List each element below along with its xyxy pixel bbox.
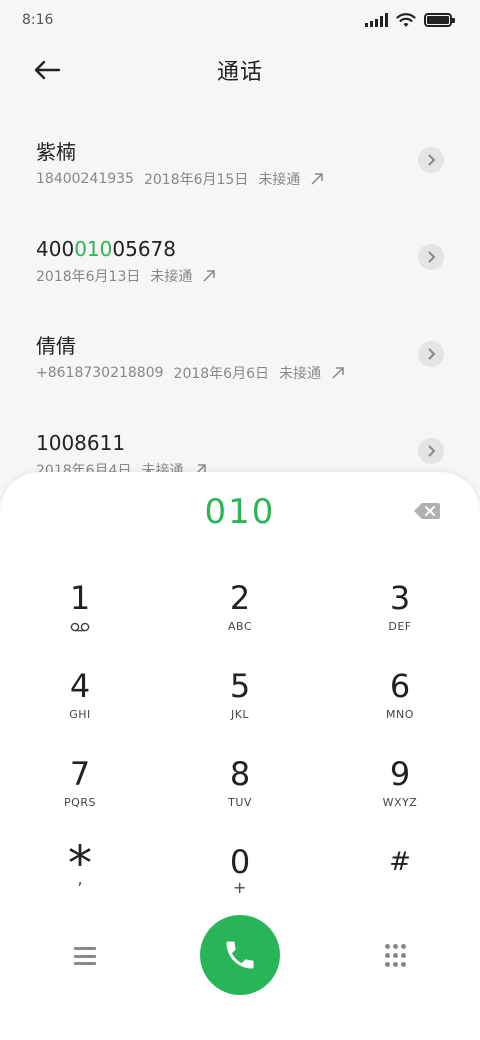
key-letters: + (233, 878, 247, 897)
key-9[interactable]: 9 WXYZ (320, 754, 480, 842)
call-detail: +8618730218809 2018年6月6日 未接通 (36, 363, 480, 383)
signal-icon (365, 13, 388, 27)
call-name: 40001005678 (36, 237, 176, 261)
back-arrow-icon (34, 60, 61, 80)
phone-icon (226, 941, 254, 969)
status-bar: 8:16 (0, 0, 480, 40)
call-detail-button[interactable] (418, 147, 444, 173)
key-3[interactable]: 3 DEF (320, 578, 480, 666)
key-digit: 6 (389, 667, 411, 705)
wifi-icon (396, 13, 416, 27)
header: 通话 (0, 40, 480, 100)
voicemail-icon (70, 622, 90, 632)
key-letters: , (77, 869, 83, 888)
back-button[interactable] (30, 56, 64, 84)
key-letters: DEF (388, 620, 412, 633)
menu-icon[interactable] (74, 947, 96, 965)
backspace-icon (414, 503, 440, 519)
chevron-right-icon (428, 445, 436, 457)
key-4[interactable]: 4 GHI (0, 666, 160, 754)
status-time: 8:16 (22, 12, 54, 28)
call-date: 2018年6月6日 (173, 366, 269, 382)
chevron-right-icon (428, 348, 436, 360)
key-digit: 3 (389, 579, 411, 617)
key-letters: TUV (228, 796, 252, 809)
call-log-list: 紫楠 18400241935 2018年6月15日 未接通 4000100567… (0, 103, 480, 491)
key-1[interactable]: 1 (0, 578, 160, 666)
call-detail-button[interactable] (418, 341, 444, 367)
key-digit: 2 (229, 579, 251, 617)
key-digit: 0 (229, 843, 251, 881)
key-digit: 9 (389, 755, 411, 793)
key-5[interactable]: 5 JKL (160, 666, 320, 754)
dialpad-sheet: 010 1 2 ABC 3 DEF 4 GHI 5 JKL 6 MNO 7 PQ… (0, 472, 480, 1040)
key-digit: 1 (69, 579, 91, 617)
battery-icon (424, 13, 455, 27)
call-name: 紫楠 (36, 140, 76, 164)
matched-digits: 010 (74, 237, 113, 261)
key-letters: WXYZ (382, 796, 418, 809)
key-digit: 4 (69, 667, 91, 705)
key-digit: 7 (69, 755, 91, 793)
call-status: 未接通 (258, 172, 301, 188)
key-letters: GHI (69, 708, 91, 721)
status-icons (365, 12, 455, 28)
call-number: +8618730218809 (36, 365, 164, 381)
key-letters: MNO (386, 708, 414, 721)
chevron-right-icon (428, 154, 436, 166)
key-6[interactable]: 6 MNO (320, 666, 480, 754)
dialpad-keys: 1 2 ABC 3 DEF 4 GHI 5 JKL 6 MNO 7 PQRS 8… (0, 578, 480, 930)
key-letters: ABC (227, 620, 253, 633)
outgoing-arrow-icon (332, 367, 344, 379)
call-name: 1008611 (36, 431, 126, 455)
key-digit: 8 (229, 755, 251, 793)
call-detail: 18400241935 2018年6月15日 未接通 (36, 169, 480, 189)
call-button[interactable] (200, 915, 280, 995)
dialpad-actions (0, 915, 480, 997)
outgoing-arrow-icon (203, 270, 216, 282)
page-title: 通话 (216, 60, 263, 85)
key-digit: # (389, 847, 411, 877)
key-7[interactable]: 7 PQRS (0, 754, 160, 842)
key-8[interactable]: 8 TUV (160, 754, 320, 842)
key-letters: JKL (230, 708, 250, 721)
key-2[interactable]: 2 ABC (160, 578, 320, 666)
outgoing-arrow-icon (311, 173, 324, 185)
call-date: 2018年6月15日 (143, 172, 249, 188)
call-status: 未接通 (150, 269, 193, 285)
key-digit: 5 (229, 667, 251, 705)
call-date: 2018年6月13日 (36, 269, 141, 285)
dialed-number[interactable]: 010 (0, 492, 480, 532)
call-detail-button[interactable] (418, 244, 444, 270)
call-log-item[interactable]: 紫楠 18400241935 2018年6月15日 未接通 (0, 103, 480, 200)
call-number: 18400241935 (36, 171, 134, 187)
call-log-item[interactable]: 40001005678 2018年6月13日 未接通 (0, 200, 480, 297)
call-detail-button[interactable] (418, 438, 444, 464)
chevron-right-icon (428, 251, 436, 263)
call-name: 倩倩 (36, 334, 76, 358)
key-letters: PQRS (64, 796, 96, 809)
keypad-icon[interactable] (384, 944, 406, 968)
call-detail: 2018年6月13日 未接通 (36, 266, 480, 286)
call-status: 未接通 (278, 366, 321, 382)
backspace-button[interactable] (414, 502, 440, 520)
call-log-item[interactable]: 倩倩 +8618730218809 2018年6月6日 未接通 (0, 297, 480, 394)
